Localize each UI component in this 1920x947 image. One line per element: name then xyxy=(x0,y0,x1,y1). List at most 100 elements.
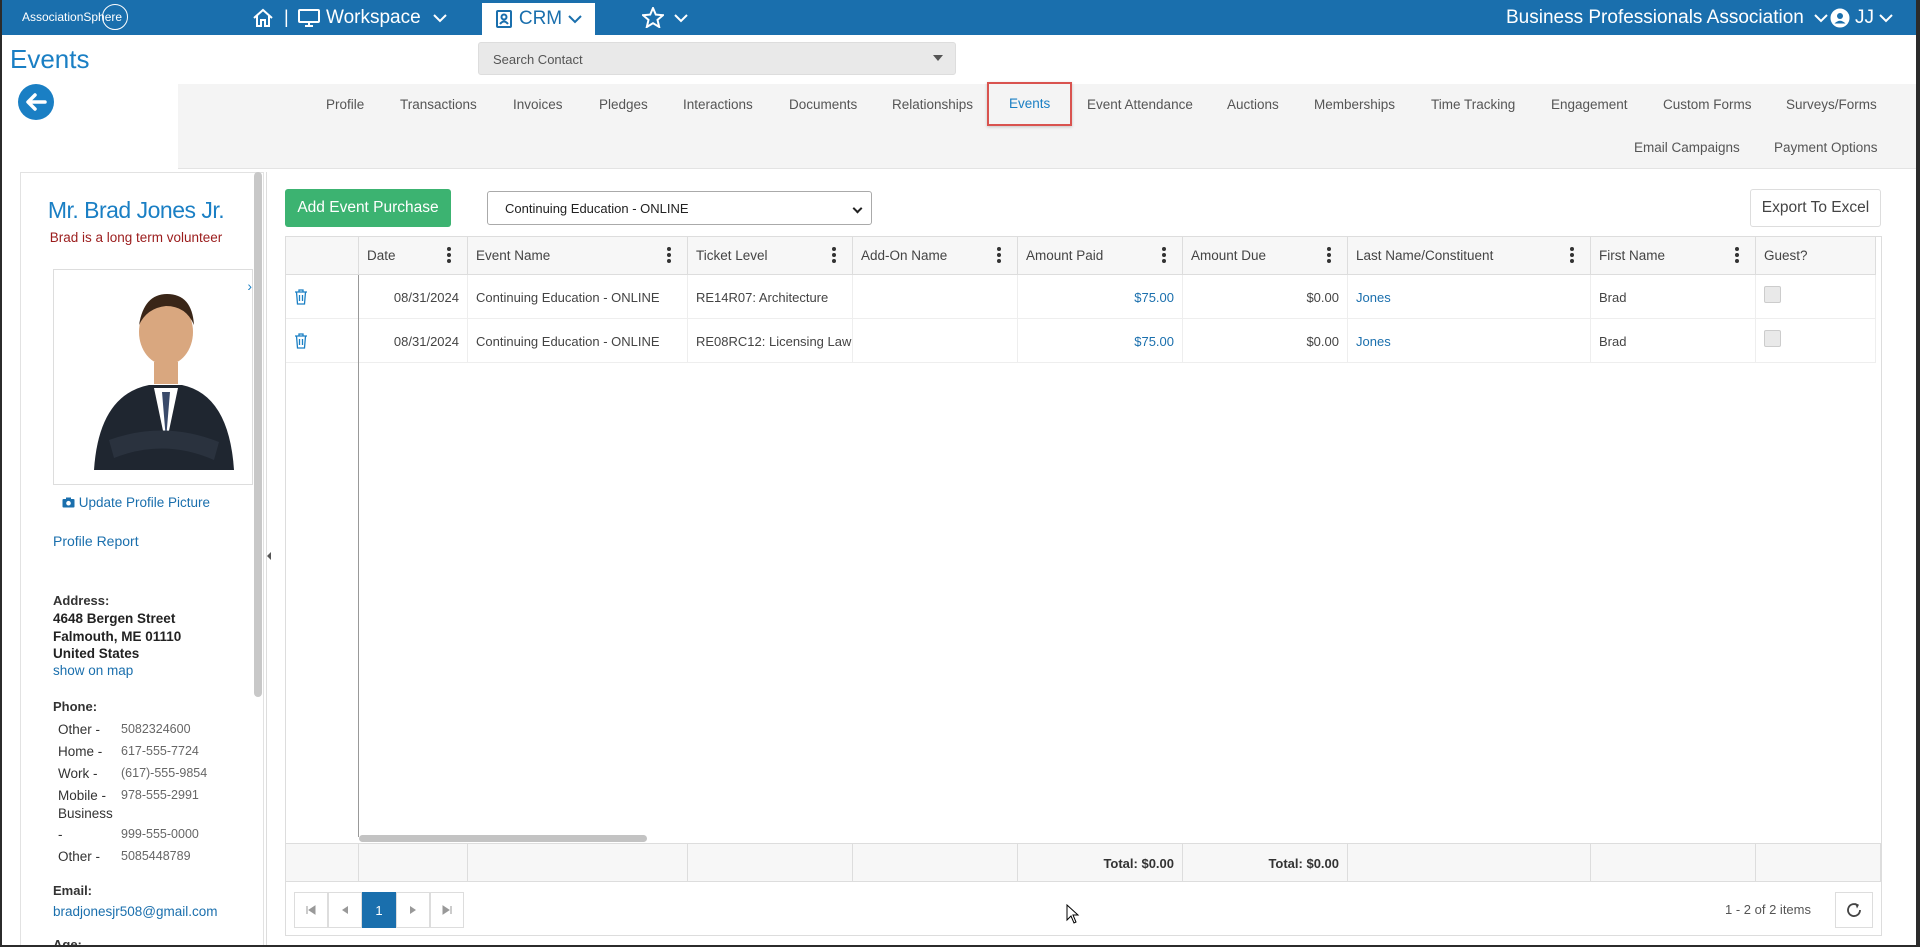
guest-checkbox[interactable] xyxy=(1764,330,1781,347)
tab-auctions[interactable]: Auctions xyxy=(1227,97,1279,113)
tab-pledges[interactable]: Pledges xyxy=(599,97,648,113)
workspace-label: Workspace xyxy=(326,6,421,28)
cell-ticket-level: RE08RC12: Licensing Law xyxy=(688,319,853,363)
grid-pager: 1 1 - 2 of 2 items xyxy=(286,881,1881,935)
phone-type: Mobile - xyxy=(58,788,107,803)
column-header-guest[interactable]: Guest? xyxy=(1756,237,1876,275)
tab-documents[interactable]: Documents xyxy=(789,97,857,113)
email-link[interactable]: bradjonesjr508@gmail.com xyxy=(53,904,218,919)
tab-payment-options[interactable]: Payment Options xyxy=(1774,140,1878,156)
contact-name: Mr. Brad Jones Jr. xyxy=(47,197,225,223)
first-page-button[interactable] xyxy=(294,892,328,928)
cell-amount-paid-link[interactable]: $75.00 xyxy=(1018,275,1183,319)
column-header-first-name[interactable]: First Name xyxy=(1591,237,1756,275)
column-menu-icon[interactable] xyxy=(667,247,671,263)
user-circle-icon xyxy=(1830,8,1850,27)
refresh-icon xyxy=(1847,903,1861,917)
caret-left-icon xyxy=(267,552,271,560)
event-select[interactable]: Continuing Education - ONLINE xyxy=(487,191,872,225)
address-line: 4648 Bergen Street xyxy=(53,611,176,626)
column-menu-icon[interactable] xyxy=(832,247,836,263)
workspace-menu[interactable]: Workspace xyxy=(298,0,447,35)
crm-menu[interactable]: CRM xyxy=(482,0,595,35)
previous-page-icon xyxy=(342,906,348,914)
back-button[interactable] xyxy=(18,84,54,120)
update-picture-label: Update Profile Picture xyxy=(78,495,211,510)
next-page-button[interactable] xyxy=(396,892,430,928)
add-event-purchase-button[interactable]: Add Event Purchase xyxy=(285,189,451,227)
column-header-amount-paid[interactable]: Amount Paid xyxy=(1018,237,1183,275)
column-header-label: Guest? xyxy=(1764,248,1808,263)
profile-photo: › xyxy=(53,269,253,485)
phone-row: Work - (617)-555-9854 xyxy=(58,766,258,781)
column-header-label: Last Name/Constituent xyxy=(1356,248,1494,263)
show-on-map-link[interactable]: show on map xyxy=(53,663,133,678)
app-logo[interactable]: AssociationSphere xyxy=(22,3,137,31)
refresh-button[interactable] xyxy=(1835,892,1873,928)
app-window: AssociationSphere | Workspace CRM Busine… xyxy=(2,0,1916,945)
page-number-button[interactable]: 1 xyxy=(362,892,396,928)
cell-guest xyxy=(1756,275,1876,319)
chevron-right-icon[interactable]: › xyxy=(247,278,252,294)
sidebar-collapse-handle[interactable] xyxy=(266,172,274,945)
tab-custom-forms[interactable]: Custom Forms xyxy=(1663,97,1752,113)
top-nav-bar: AssociationSphere | Workspace CRM Busine… xyxy=(2,0,1916,35)
tab-engagement[interactable]: Engagement xyxy=(1551,97,1628,113)
total-amount-due: Total: $0.00 xyxy=(1183,843,1348,881)
delete-row-button[interactable] xyxy=(286,275,359,319)
horizontal-scrollbar[interactable] xyxy=(359,835,647,842)
export-to-excel-button[interactable]: Export To Excel xyxy=(1750,189,1881,227)
cell-last-name-link[interactable]: Jones xyxy=(1348,275,1591,319)
profile-report-link[interactable]: Profile Report xyxy=(53,533,139,549)
tab-transactions[interactable]: Transactions xyxy=(400,97,477,113)
update-profile-picture-link[interactable]: Update Profile Picture xyxy=(21,495,251,510)
column-menu-icon[interactable] xyxy=(447,247,451,263)
column-menu-icon[interactable] xyxy=(1327,247,1331,263)
home-button[interactable] xyxy=(252,0,274,35)
tab-time-tracking[interactable]: Time Tracking xyxy=(1431,97,1515,113)
guest-checkbox[interactable] xyxy=(1764,286,1781,303)
search-contact-input[interactable]: Search Contact xyxy=(478,42,956,75)
organization-menu[interactable]: Business Professionals Association xyxy=(1506,0,1828,35)
column-header-label: Amount Paid xyxy=(1026,248,1104,263)
cell-first-name: Brad xyxy=(1591,319,1756,363)
column-menu-icon[interactable] xyxy=(1735,247,1739,263)
camera-icon xyxy=(62,497,75,508)
cell-amount-paid-link[interactable]: $75.00 xyxy=(1018,319,1183,363)
total-amount-paid: Total: $0.00 xyxy=(1018,843,1183,881)
next-page-icon xyxy=(410,906,416,914)
sidebar-scrollbar[interactable] xyxy=(254,172,262,697)
nav-separator: | xyxy=(284,7,289,27)
crm-label: CRM xyxy=(518,8,563,29)
cell-amount-due: $0.00 xyxy=(1183,275,1348,319)
tab-events[interactable]: Events xyxy=(987,82,1073,126)
favorites-menu[interactable] xyxy=(642,0,688,35)
column-header-ticket-level[interactable]: Ticket Level xyxy=(688,237,853,275)
column-menu-icon[interactable] xyxy=(997,247,1001,263)
tab-event-attendance[interactable]: Event Attendance xyxy=(1087,97,1193,113)
tab-interactions[interactable]: Interactions xyxy=(683,97,753,113)
user-menu[interactable]: JJ xyxy=(1830,0,1893,35)
tab-relationships[interactable]: Relationships xyxy=(892,97,973,113)
column-header-event-name[interactable]: Event Name xyxy=(468,237,688,275)
column-menu-icon[interactable] xyxy=(1162,247,1166,263)
delete-row-button[interactable] xyxy=(286,319,359,363)
last-page-button[interactable] xyxy=(430,892,464,928)
cell-last-name-link[interactable]: Jones xyxy=(1348,319,1591,363)
tab-memberships[interactable]: Memberships xyxy=(1314,97,1395,113)
column-menu-icon[interactable] xyxy=(1570,247,1574,263)
footer-cell xyxy=(688,843,853,881)
tab-invoices[interactable]: Invoices xyxy=(513,97,563,113)
column-header-add-on-name[interactable]: Add-On Name xyxy=(853,237,1018,275)
organization-name: Business Professionals Association xyxy=(1506,6,1804,28)
column-header-amount-due[interactable]: Amount Due xyxy=(1183,237,1348,275)
previous-page-button[interactable] xyxy=(328,892,362,928)
column-header-date[interactable]: Date xyxy=(359,237,468,275)
tab-surveys-forms[interactable]: Surveys/Forms xyxy=(1786,97,1877,113)
last-page-icon xyxy=(442,905,452,915)
tab-email-campaigns[interactable]: Email Campaigns xyxy=(1634,140,1740,156)
phone-row: Home - 617-555-7724 xyxy=(58,744,258,759)
column-header-last-name[interactable]: Last Name/Constituent xyxy=(1348,237,1591,275)
chevron-down-icon xyxy=(568,15,582,24)
tab-profile[interactable]: Profile xyxy=(326,97,364,113)
